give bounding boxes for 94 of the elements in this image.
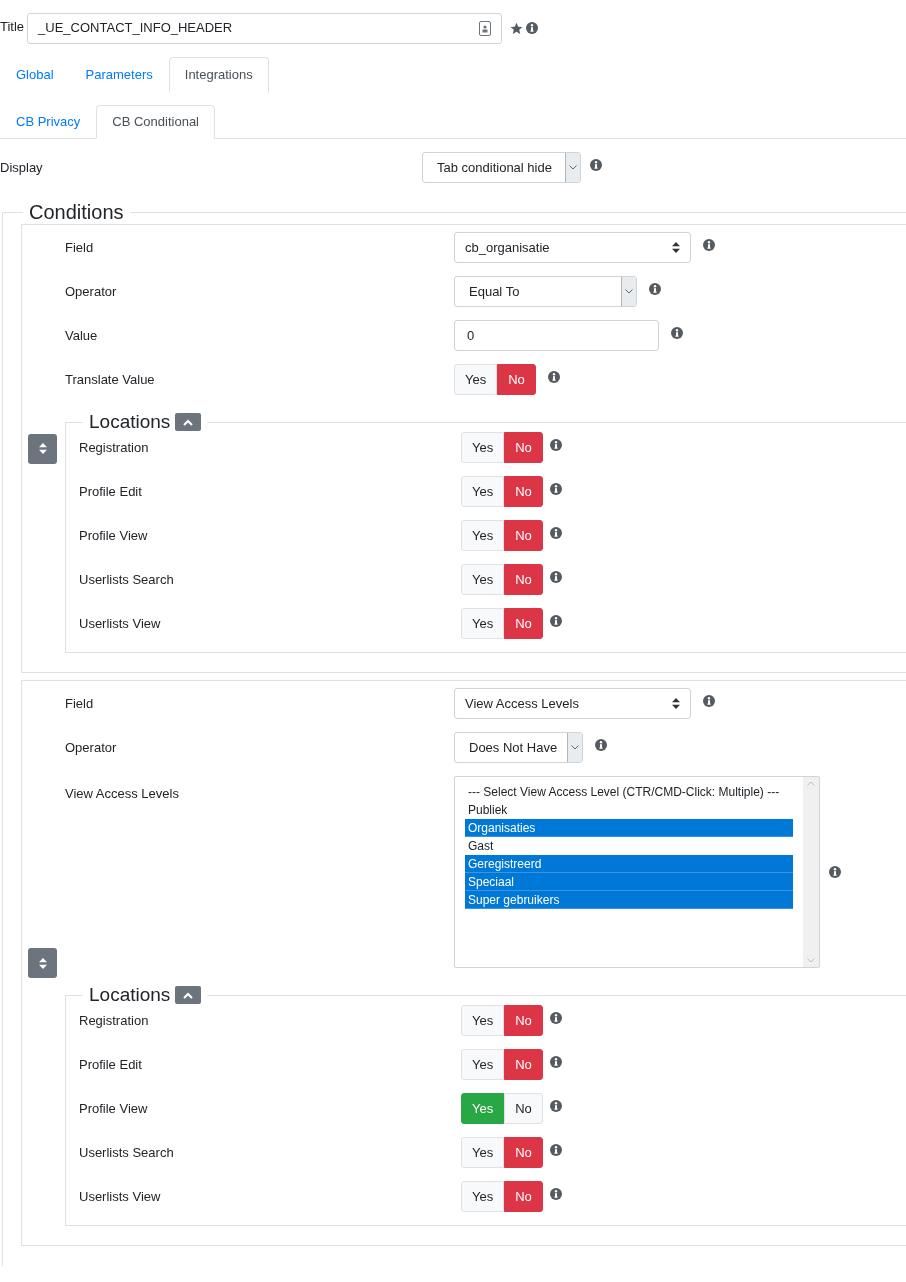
title-input[interactable]: _UE_CONTACT_INFO_HEADER bbox=[27, 12, 503, 44]
field-label: Operator bbox=[65, 282, 118, 301]
field-label: Display bbox=[0, 158, 44, 177]
info-icon[interactable] bbox=[549, 526, 562, 539]
info-icon[interactable] bbox=[549, 1099, 562, 1112]
info-icon[interactable] bbox=[549, 1187, 562, 1200]
info-icon[interactable] bbox=[671, 326, 683, 339]
toggle-option[interactable]: Yes bbox=[454, 364, 498, 395]
tab[interactable]: Parameters bbox=[69, 57, 169, 93]
list-option[interactable]: Gast bbox=[465, 837, 793, 855]
info-icon[interactable] bbox=[549, 614, 562, 627]
toggle-option[interactable]: Yes bbox=[461, 476, 505, 507]
field-label: Userlists Search bbox=[79, 570, 175, 589]
toggle-option[interactable]: No bbox=[504, 432, 543, 463]
section-legend: Conditions bbox=[23, 200, 130, 224]
info-icon[interactable] bbox=[549, 438, 562, 451]
field-label: Title bbox=[0, 18, 25, 37]
field-label: View Access Levels bbox=[65, 785, 180, 803]
info-icon[interactable] bbox=[703, 694, 715, 707]
section-legend: Locations bbox=[89, 984, 171, 1006]
info-icon[interactable] bbox=[549, 482, 562, 495]
toggle-option[interactable]: Yes bbox=[461, 1005, 505, 1036]
field-label: Value bbox=[65, 326, 99, 345]
toggle-option[interactable]: No bbox=[504, 1005, 543, 1036]
info-icon[interactable] bbox=[703, 238, 715, 251]
info-icon[interactable] bbox=[829, 866, 841, 878]
multi-select-list[interactable]: --- Select View Access Level (CTR/CMD-Click: Multiple) --- Publiek Organisaties Gast Geregistreerd Speciaal Super gebruikers bbox=[454, 776, 820, 968]
field-label: Userlists Search bbox=[79, 1143, 175, 1162]
toggle-option[interactable]: No bbox=[504, 1137, 543, 1168]
field-label: Profile Edit bbox=[79, 1055, 143, 1074]
chevron-up-icon bbox=[183, 418, 194, 426]
info-icon[interactable] bbox=[549, 1011, 562, 1024]
list-option[interactable]: Publiek bbox=[465, 801, 793, 819]
chevron-up-icon bbox=[183, 991, 194, 999]
star-icon[interactable] bbox=[510, 21, 524, 35]
toggle-option[interactable]: Yes bbox=[461, 608, 505, 639]
chevron-down-icon bbox=[569, 165, 577, 170]
tab[interactable]: Global bbox=[0, 57, 70, 93]
list-option[interactable]: --- Select View Access Level (CTR/CMD-Click: Multiple) --- bbox=[465, 783, 793, 801]
tab[interactable]: CB Privacy bbox=[0, 105, 97, 139]
toggle-option[interactable]: Yes bbox=[461, 564, 505, 595]
toggle-option[interactable]: No bbox=[504, 1049, 543, 1080]
toggle-option[interactable]: Yes bbox=[461, 520, 505, 551]
toggle-option[interactable]: Yes bbox=[461, 1137, 505, 1168]
info-icon[interactable] bbox=[549, 1055, 562, 1068]
field-label: Profile View bbox=[79, 1099, 149, 1118]
toggle-option[interactable]: No bbox=[504, 476, 543, 507]
field-label: Field bbox=[65, 238, 95, 257]
field-label: Userlists View bbox=[79, 1187, 162, 1206]
sort-icon bbox=[672, 242, 680, 253]
field-label: Field bbox=[65, 694, 95, 713]
list-option[interactable]: Organisaties bbox=[465, 819, 793, 837]
field-label: Profile Edit bbox=[79, 482, 143, 501]
info-icon[interactable] bbox=[547, 370, 560, 383]
collapse-button[interactable] bbox=[175, 986, 202, 1004]
field-label: Operator bbox=[65, 738, 118, 757]
toggle-option[interactable]: No bbox=[504, 520, 543, 551]
toggle-option[interactable]: Yes bbox=[461, 1049, 505, 1080]
chevron-down-icon bbox=[571, 745, 579, 750]
select-field[interactable]: cb_organisatie bbox=[454, 232, 691, 263]
field-label: Profile View bbox=[79, 526, 149, 545]
list-option[interactable]: Geregistreerd bbox=[465, 855, 793, 873]
list-option[interactable]: Speciaal bbox=[465, 873, 793, 891]
toggle-option[interactable]: No bbox=[504, 1181, 543, 1212]
chevron-down-icon bbox=[625, 289, 633, 294]
field-label: Userlists View bbox=[79, 614, 162, 633]
value-input[interactable]: 0 bbox=[454, 320, 659, 351]
collapse-button[interactable] bbox=[175, 413, 202, 431]
field-label: Translate Value bbox=[65, 370, 156, 389]
reorder-handle[interactable] bbox=[28, 433, 57, 464]
toggle-option[interactable]: No bbox=[504, 1093, 543, 1124]
dropdown[interactable]: Does Not Have bbox=[454, 732, 583, 763]
dropdown[interactable]: Equal To bbox=[454, 276, 637, 307]
reorder-handle[interactable] bbox=[28, 948, 57, 978]
tab[interactable]: CB Conditional bbox=[96, 105, 215, 139]
toggle-option[interactable]: No bbox=[497, 364, 536, 395]
toggle-option[interactable]: Yes bbox=[461, 432, 505, 463]
info-icon[interactable] bbox=[526, 22, 539, 34]
field-label: Registration bbox=[79, 438, 150, 457]
info-icon[interactable] bbox=[649, 282, 661, 295]
info-icon[interactable] bbox=[549, 570, 562, 583]
select-field[interactable]: View Access Levels bbox=[454, 688, 691, 719]
field-label: Registration bbox=[79, 1011, 150, 1030]
dropdown[interactable]: Tab conditional hide bbox=[422, 152, 581, 183]
sort-icon bbox=[672, 698, 680, 709]
toggle-option[interactable]: Yes bbox=[461, 1181, 505, 1212]
toggle-option[interactable]: No bbox=[504, 564, 543, 595]
info-icon[interactable] bbox=[549, 1143, 562, 1156]
info-icon[interactable] bbox=[590, 158, 602, 171]
list-option[interactable]: Super gebruikers bbox=[465, 891, 793, 909]
info-icon[interactable] bbox=[595, 738, 607, 751]
tab[interactable]: Integrations bbox=[168, 57, 269, 93]
section-legend: Locations bbox=[89, 411, 171, 433]
toggle-option[interactable]: No bbox=[504, 608, 543, 639]
